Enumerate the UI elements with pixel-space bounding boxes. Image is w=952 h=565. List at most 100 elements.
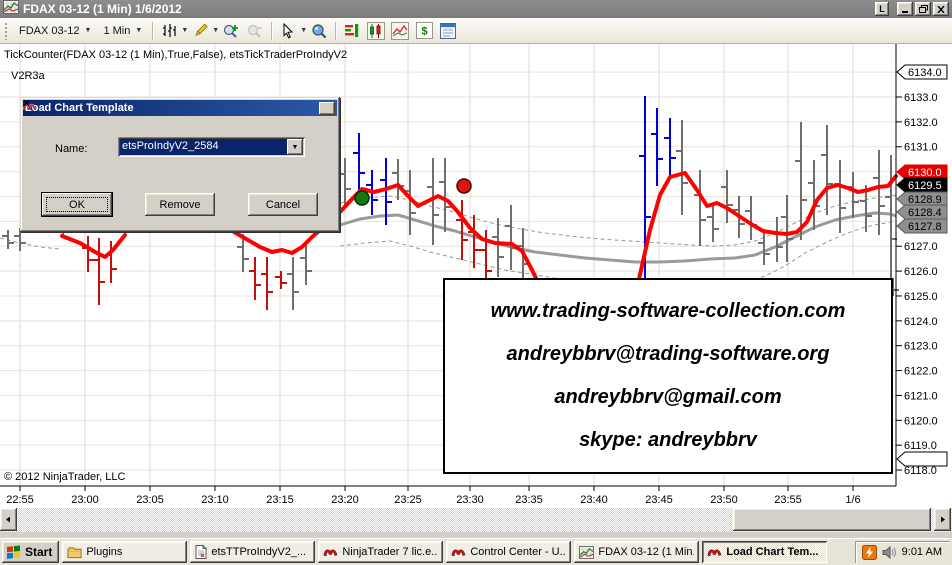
taskbar-item-label: etsTTProIndyV2_... (211, 546, 306, 558)
chart-properties-icon[interactable] (436, 20, 460, 41)
toolbar-separator (335, 22, 336, 40)
watermark-line: andreybbrv@gmail.com (445, 386, 891, 409)
svg-text:23:25: 23:25 (394, 494, 422, 506)
instrument-label: FDAX 03-12 (19, 25, 80, 37)
svg-text:6118.0: 6118.0 (904, 465, 937, 477)
taskbar-item[interactable]: Load Chart Tem... (702, 541, 827, 563)
svg-text:$: $ (421, 26, 427, 38)
price-tag: 6130.0 (897, 165, 947, 179)
data-feed-icon[interactable] (862, 545, 877, 560)
restore-button[interactable] (915, 2, 931, 16)
cancel-button[interactable]: Cancel (248, 193, 318, 216)
close-button[interactable] (933, 2, 949, 16)
svg-text:6130.0: 6130.0 (908, 167, 942, 179)
scroll-right-button[interactable] (934, 508, 951, 531)
svg-text:22:55: 22:55 (6, 494, 34, 506)
price-tag: 6127.8 (897, 219, 947, 233)
interval-selector[interactable]: 1 Min ▼ (97, 23, 148, 39)
start-button[interactable]: Start (2, 541, 59, 563)
bar-type-icon[interactable] (157, 20, 181, 41)
market-depth-icon[interactable] (340, 20, 364, 41)
svg-text:6132.0: 6132.0 (904, 117, 938, 129)
interval-label: 1 Min (103, 25, 130, 37)
svg-text:6125.0: 6125.0 (904, 291, 938, 303)
price-tag: 6128.4 (897, 205, 947, 219)
remove-button[interactable]: Remove (145, 193, 215, 216)
price-tag: 6134.0 (897, 65, 947, 79)
ok-button[interactable]: OK (42, 193, 112, 216)
taskbar-item[interactable]: NinjaTrader 7 lic.e... (318, 541, 443, 563)
chevron-down-icon[interactable]: ▼ (181, 27, 188, 34)
dialog-title: Load Chart Template (25, 102, 134, 114)
taskbar-item-label: Plugins (86, 546, 122, 558)
dollar-icon[interactable]: $ (412, 20, 436, 41)
chevron-down-icon[interactable]: ▼ (212, 27, 219, 34)
svg-text:6134.0: 6134.0 (908, 67, 942, 79)
chart-panel: 6133.06132.06131.06127.06126.06125.06124… (0, 44, 952, 508)
horizontal-scrollbar[interactable] (0, 508, 952, 532)
system-tray: 9:01 AM (855, 541, 950, 563)
draw-pencil-icon[interactable] (188, 20, 212, 41)
ninjatrader-chart-window: FDAX 03-12 (1 Min) 1/6/2012 L FDAX 03-12… (0, 0, 952, 565)
candlestick-chart-icon[interactable] (364, 20, 388, 41)
data-box-icon[interactable] (307, 20, 331, 41)
taskbar-item-label: Control Center - U... (470, 546, 566, 558)
ninjatrader-icon (323, 546, 338, 558)
taskbar-item-label: NinjaTrader 7 lic.e... (342, 546, 438, 558)
svg-text:23:20: 23:20 (331, 494, 359, 506)
svg-text:6126.0: 6126.0 (904, 266, 938, 278)
taskbar-item-label: Load Chart Tem... (726, 546, 818, 558)
combobox-dropdown-button[interactable]: ▼ (287, 139, 303, 155)
dialog-close-button[interactable] (319, 102, 335, 115)
dialog-titlebar[interactable]: Load Chart Template (23, 100, 337, 116)
instrument-selector[interactable]: FDAX 03-12 ▼ (13, 23, 97, 39)
watermark-box: www.trading-software-collection.com andr… (443, 278, 893, 474)
taskbar-item[interactable]: etsTTProIndyV2_... (190, 541, 315, 563)
cursor-icon[interactable] (276, 20, 300, 41)
chevron-down-icon: ▼ (85, 27, 92, 34)
svg-text:6128.9: 6128.9 (908, 194, 942, 206)
watermark-line: andreybbrv@trading-software.org (445, 343, 891, 366)
zoom-out-icon[interactable] (243, 20, 267, 41)
indicator-label: TickCounter(FDAX 03-12 (1 Min),True,Fals… (4, 49, 347, 61)
svg-text:6120.0: 6120.0 (904, 415, 938, 427)
scroll-left-button[interactable] (0, 508, 17, 531)
chevron-down-icon[interactable]: ▼ (300, 27, 307, 34)
copyright-label: © 2012 NinjaTrader, LLC (4, 471, 125, 483)
minimize-button[interactable] (897, 2, 913, 16)
volume-icon[interactable] (882, 546, 897, 559)
price-axis-labels: 6133.06132.06131.06127.06126.06125.06124… (896, 92, 938, 477)
name-label: Name: (55, 143, 87, 155)
time-axis-labels: 22:5523:0023:0523:1023:1523:2023:2523:30… (6, 486, 860, 506)
toolbar-separator (271, 22, 272, 40)
taskbar-items: Plugins etsTTProIndyV2_... NinjaTrader 7 l… (62, 541, 827, 563)
price-tag: 6128.9 (897, 192, 947, 206)
svg-text:6123.0: 6123.0 (904, 341, 938, 353)
svg-text:23:10: 23:10 (201, 494, 229, 506)
watermark-line: www.trading-software-collection.com (445, 300, 891, 323)
scrollbar-thumb[interactable] (733, 508, 931, 531)
svg-text:23:15: 23:15 (266, 494, 294, 506)
mini-chart-icon[interactable] (388, 20, 412, 41)
zoom-in-icon[interactable] (219, 20, 243, 41)
taskbar-item[interactable]: Plugins (62, 541, 187, 563)
link-button[interactable]: L (875, 2, 889, 16)
svg-text:6128.4: 6128.4 (908, 207, 942, 219)
taskbar-item-label: FDAX 03-12 (1 Min... (598, 546, 694, 558)
svg-text:6122.0: 6122.0 (904, 366, 938, 378)
chart-icon (579, 546, 594, 559)
indicator-version-label: V2R3a (11, 70, 45, 82)
taskbar-item[interactable]: FDAX 03-12 (1 Min... (574, 541, 699, 563)
taskbar: Start Plugins etsTTProIndyV2_... NinjaTrad… (0, 538, 952, 565)
svg-text:6119.0: 6119.0 (904, 440, 937, 452)
taskbar-item[interactable]: Control Center - U... (446, 541, 571, 563)
template-name-combobox[interactable]: etsProIndyV2_2584 ▼ (118, 137, 305, 157)
svg-text:23:30: 23:30 (456, 494, 484, 506)
toolbar-grip[interactable] (4, 22, 8, 40)
svg-text:23:50: 23:50 (710, 494, 738, 506)
chevron-down-icon: ▼ (135, 27, 142, 34)
windows-logo-icon (6, 545, 21, 560)
load-chart-template-dialog: Load Chart Template Name: etsProIndyV2_2… (20, 97, 340, 232)
ninjatrader-icon (451, 546, 466, 558)
svg-text:6127.8: 6127.8 (908, 221, 942, 233)
